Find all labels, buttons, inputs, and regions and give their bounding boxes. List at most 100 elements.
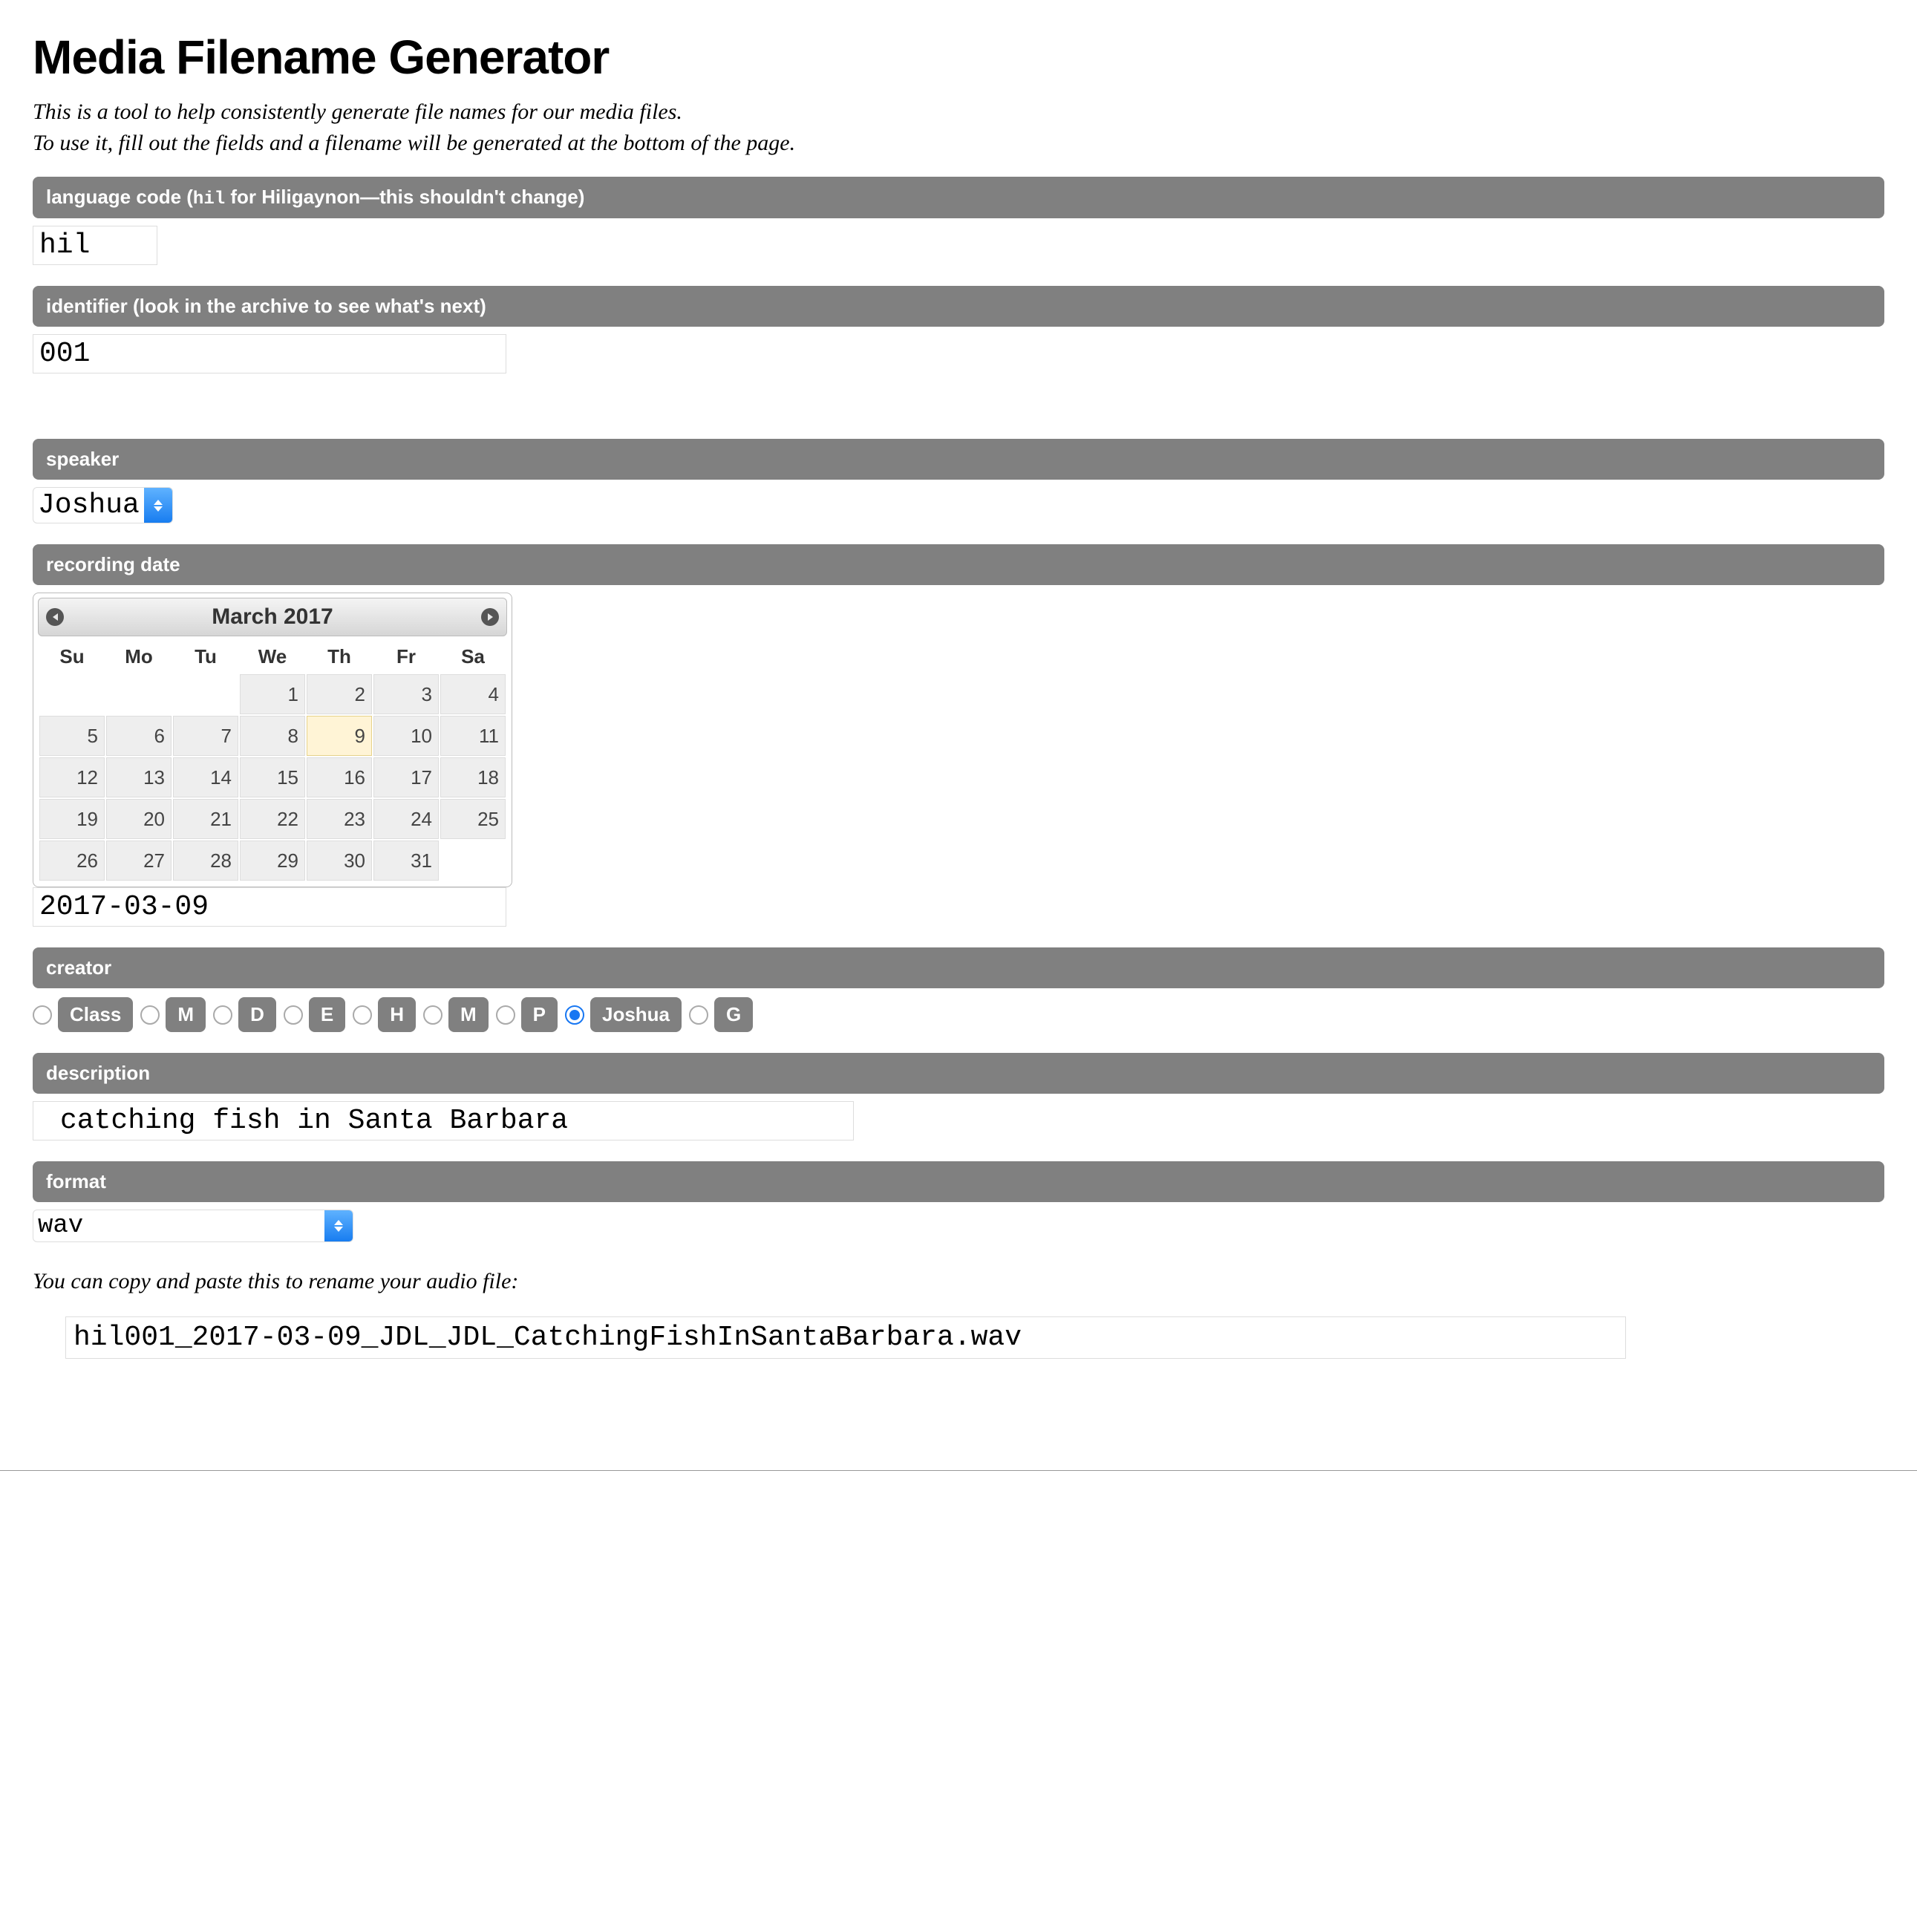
calendar-day[interactable]: 7 [173,716,238,756]
language-input[interactable] [33,226,157,265]
creator-option-label: E [309,997,345,1032]
section-header-format: format [33,1161,1884,1202]
datepicker-next-button[interactable] [481,608,499,626]
weekday-header: Tu [173,641,238,673]
calendar-empty-cell [440,841,506,881]
creator-option[interactable]: M [423,997,489,1032]
language-label-pre: language code ( [46,186,193,208]
calendar-day[interactable]: 31 [373,841,439,881]
calendar-day[interactable]: 23 [307,799,372,839]
weekday-header: We [240,641,305,673]
copy-note: You can copy and paste this to rename yo… [33,1269,1884,1294]
radio-icon [689,1005,708,1025]
section-header-recording-date: recording date [33,544,1884,585]
calendar-day[interactable]: 24 [373,799,439,839]
calendar-empty-cell [39,674,105,714]
calendar-day[interactable]: 4 [440,674,506,714]
calendar-day[interactable]: 26 [39,841,105,881]
weekday-header: Mo [106,641,172,673]
calendar-day[interactable]: 30 [307,841,372,881]
radio-icon [33,1005,52,1025]
calendar-day[interactable]: 19 [39,799,105,839]
radio-icon [353,1005,372,1025]
result-filename-input[interactable] [65,1316,1626,1359]
speaker-select-value: Joshua [33,488,144,523]
section-header-language: language code (hil for Hiligaynon—this s… [33,177,1884,218]
radio-icon [565,1005,584,1025]
creator-radio-group: ClassMDEHMPJoshuaG [33,997,1884,1032]
radio-icon [213,1005,232,1025]
calendar-day[interactable]: 8 [240,716,305,756]
datepicker: March 2017 SuMoTuWeThFrSa 12345678910111… [33,593,512,887]
datepicker-table: SuMoTuWeThFrSa 1234567891011121314151617… [38,639,507,882]
section-header-creator: creator [33,947,1884,988]
speaker-select[interactable]: Joshua [33,487,173,523]
divider [0,1470,1917,1471]
calendar-day[interactable]: 29 [240,841,305,881]
calendar-day[interactable]: 27 [106,841,172,881]
datepicker-prev-button[interactable] [46,608,64,626]
select-arrows-icon [324,1210,353,1241]
weekday-header: Th [307,641,372,673]
description-input[interactable] [33,1101,854,1140]
creator-option-label: H [378,997,416,1032]
format-select-value: wav [33,1210,324,1241]
calendar-empty-cell [173,674,238,714]
radio-icon [496,1005,515,1025]
calendar-day[interactable]: 15 [240,757,305,797]
calendar-day[interactable]: 3 [373,674,439,714]
calendar-day[interactable]: 25 [440,799,506,839]
creator-option[interactable]: M [140,997,206,1032]
creator-option-label: Class [58,997,133,1032]
section-header-identifier: identifier (look in the archive to see w… [33,286,1884,327]
recording-date-input[interactable] [33,887,506,927]
select-arrows-icon [144,488,172,523]
calendar-empty-cell [106,674,172,714]
section-header-speaker: speaker [33,439,1884,480]
creator-option[interactable]: Joshua [565,997,682,1032]
creator-option-label: G [714,997,753,1032]
calendar-day[interactable]: 22 [240,799,305,839]
calendar-day[interactable]: 2 [307,674,372,714]
language-label-code: hil [193,189,225,209]
creator-option[interactable]: D [213,997,276,1032]
weekday-header: Sa [440,641,506,673]
radio-icon [284,1005,303,1025]
calendar-day[interactable]: 9 [307,716,372,756]
calendar-day[interactable]: 6 [106,716,172,756]
calendar-day[interactable]: 16 [307,757,372,797]
creator-option[interactable]: E [284,997,345,1032]
section-header-description: description [33,1053,1884,1094]
chevron-right-icon [488,613,493,621]
calendar-day[interactable]: 17 [373,757,439,797]
calendar-day[interactable]: 18 [440,757,506,797]
calendar-day[interactable]: 10 [373,716,439,756]
page-title: Media Filename Generator [33,30,1884,85]
calendar-day[interactable]: 13 [106,757,172,797]
calendar-day[interactable]: 5 [39,716,105,756]
radio-icon [423,1005,442,1025]
creator-option-label: M [166,997,206,1032]
calendar-day[interactable]: 14 [173,757,238,797]
creator-option[interactable]: P [496,997,558,1032]
creator-option-label: D [238,997,276,1032]
creator-option[interactable]: G [689,997,753,1032]
calendar-day[interactable]: 21 [173,799,238,839]
creator-option-label: M [448,997,489,1032]
calendar-day[interactable]: 28 [173,841,238,881]
creator-option-label: P [521,997,558,1032]
intro-line-1: This is a tool to help consistently gene… [33,99,1884,125]
calendar-day[interactable]: 12 [39,757,105,797]
weekday-header: Su [39,641,105,673]
creator-option[interactable]: Class [33,997,133,1032]
weekday-header: Fr [373,641,439,673]
creator-option[interactable]: H [353,997,416,1032]
intro-line-2: To use it, fill out the fields and a fil… [33,131,1884,156]
identifier-input[interactable] [33,334,506,373]
calendar-day[interactable]: 11 [440,716,506,756]
chevron-left-icon [53,613,58,621]
format-select[interactable]: wav [33,1210,353,1242]
calendar-day[interactable]: 1 [240,674,305,714]
calendar-day[interactable]: 20 [106,799,172,839]
datepicker-title: March 2017 [212,604,333,630]
